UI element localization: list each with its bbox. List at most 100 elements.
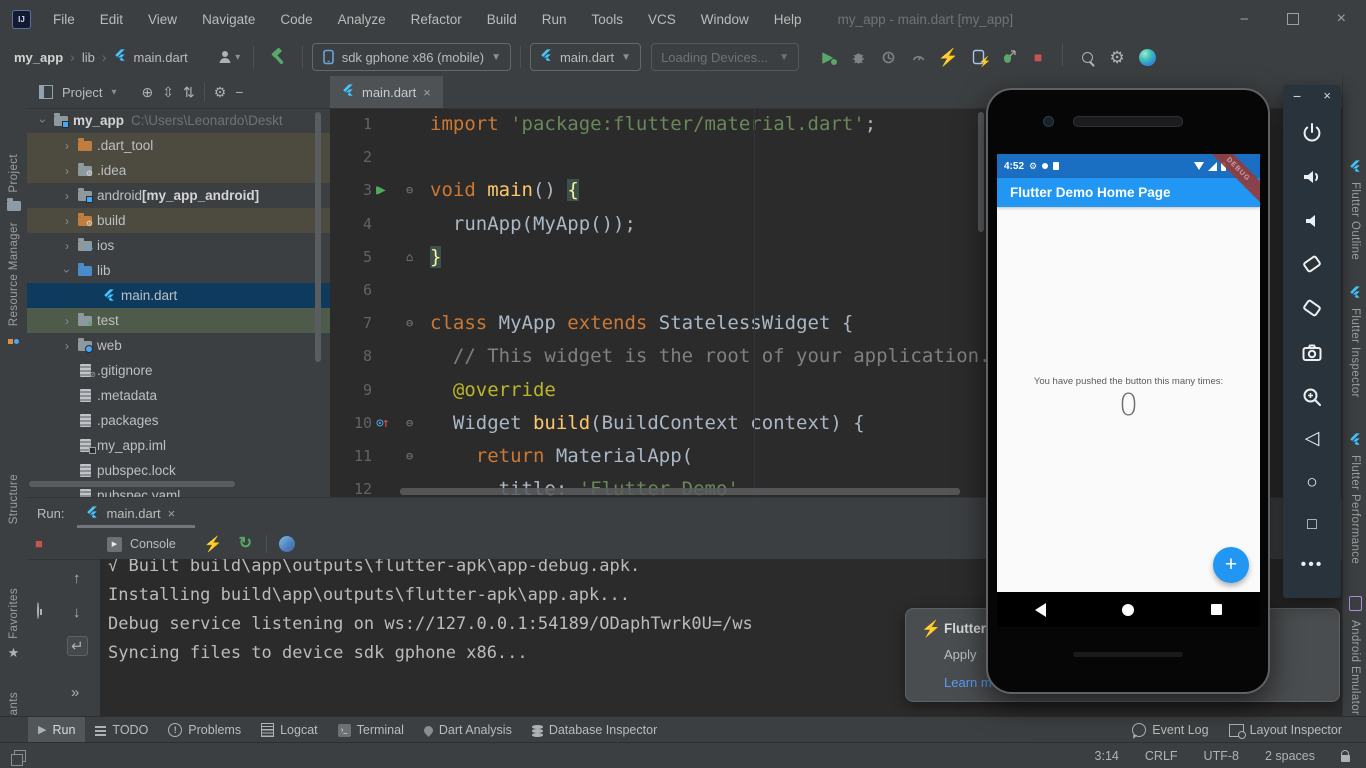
menu-code[interactable]: Code [280,12,312,27]
stripe-tab-flutter-outline[interactable]: Flutter Outline [1343,160,1366,260]
run-line-icon[interactable]: ▶▶ [376,174,404,207]
stop-icon[interactable]: ■ [35,536,43,551]
fold-marker-icon[interactable]: ⌂ [406,241,413,274]
volume-up-icon[interactable] [1283,165,1341,192]
run-icon[interactable]: ▶ [813,44,843,70]
tool-window-tab-todo[interactable]: TODO [85,717,158,743]
locate-file-icon[interactable]: ⊕ [142,84,154,101]
stripe-tab-structure[interactable]: Structure [0,474,27,530]
console-tab[interactable]: Console [130,537,176,551]
tree-item-main-dart[interactable]: main.dart [27,283,330,308]
tool-window-tab-event-log[interactable]: Event Log [1122,717,1218,743]
search-icon[interactable] [1072,44,1102,70]
screenshot-icon[interactable] [1283,341,1341,368]
stripe-tab-flutter-performance[interactable]: Flutter Performance [1343,433,1366,564]
menu-build[interactable]: Build [487,12,517,27]
chevron-icon[interactable]: › [35,114,51,128]
run-tab-main-dart[interactable]: main.dart × [86,506,175,522]
devtools-icon[interactable] [1132,44,1162,70]
tree-item-dart-tool[interactable]: ›.dart_tool [27,133,330,158]
power-icon[interactable] [1283,121,1341,148]
pin-icon[interactable] [37,602,39,619]
menu-navigate[interactable]: Navigate [202,12,255,27]
minimize-icon[interactable]: − [1293,89,1301,103]
tool-window-switcher-icon[interactable] [14,750,26,762]
back-icon[interactable]: ◁ [1283,429,1341,448]
down-arrow-icon[interactable]: ↓ [73,604,81,621]
hot-reload-icon[interactable]: ⚡ [204,537,223,552]
soft-wrap-icon[interactable]: ↵ [67,636,88,656]
minimize-icon[interactable]: − [1240,12,1249,27]
editor-vscrollbar[interactable] [978,112,984,232]
fold-marker-icon[interactable]: ⊖ [406,440,413,473]
readonly-lock-icon[interactable] [1341,755,1350,762]
nav-overview-icon[interactable] [1211,604,1222,615]
stripe-tab-flutter-inspector[interactable]: Flutter Inspector [1343,286,1366,398]
chevron-down-icon[interactable]: ▾ [111,87,116,98]
build-hammer-icon[interactable] [263,44,293,70]
restore-icon[interactable] [1287,13,1299,25]
editor-tab-main-dart[interactable]: main.dart × [330,76,443,108]
caret-position[interactable]: 3:14 [1095,749,1119,763]
menu-view[interactable]: View [148,12,177,27]
hide-panel-icon[interactable]: − [235,84,243,100]
breadcrumb-main-dart[interactable]: main.dart [134,50,188,65]
settings-gear-icon[interactable]: ⚙ [214,84,227,101]
rotate-right-icon[interactable] [1283,295,1341,324]
breadcrumb-lib[interactable]: lib [82,50,95,65]
editor-hscrollbar[interactable] [400,488,960,495]
more-icon[interactable]: ••• [1283,557,1341,573]
tree-item-android[interactable]: ›android [my_app_android] [27,183,330,208]
nav-back-icon[interactable] [1035,603,1046,617]
tool-window-tab-problems[interactable]: !Problems [158,717,251,743]
chevron-icon[interactable]: › [59,189,75,203]
nav-home-icon[interactable] [1122,604,1134,616]
menu-refactor[interactable]: Refactor [411,12,462,27]
debug-icon[interactable] [843,44,873,70]
breadcrumb-my-app[interactable]: my_app [14,50,63,65]
stripe-tab-favorites[interactable]: Favorites★ [0,588,27,661]
override-marker-icon[interactable]: ⊙↑ [376,407,404,440]
chevron-icon[interactable]: › [59,139,75,153]
chevron-icon[interactable]: › [59,264,75,278]
indent-size[interactable]: 2 spaces [1265,749,1315,763]
run-config-selector[interactable]: main.dart▼ [530,43,641,71]
devtools-icon[interactable] [279,536,295,552]
tree-item-web[interactable]: ›web [27,333,330,358]
tree-item-pubspec-lock[interactable]: pubspec.lock [27,458,330,483]
hot-reload-icon[interactable]: ⚡ [933,44,963,70]
menu-edit[interactable]: Edit [100,12,123,27]
tree-item-my-app[interactable]: ›my_appC:\Users\Leonardo\Deskt [27,108,330,133]
menu-help[interactable]: Help [774,12,802,27]
tool-window-tab-terminal[interactable]: ›_Terminal [328,717,414,743]
tree-item-my-app-iml[interactable]: my_app.iml [27,433,330,458]
up-arrow-icon[interactable]: ↑ [73,570,81,587]
tool-window-tab-dart-analysis[interactable]: Dart Analysis [414,717,522,743]
menu-tools[interactable]: Tools [592,12,624,27]
fold-marker-icon[interactable]: ⊖ [406,174,413,207]
menu-analyze[interactable]: Analyze [338,12,386,27]
tool-window-tab-logcat[interactable]: Logcat [251,717,328,743]
vertical-scrollbar[interactable] [315,112,321,362]
fold-marker-icon[interactable]: ⊖ [406,407,413,440]
chevron-icon[interactable]: › [59,164,75,178]
breadcrumb[interactable]: my_app›lib›main.dart [14,49,188,65]
settings-icon[interactable]: ⚙ [1102,44,1132,70]
tree-item-build[interactable]: ›⚙build [27,208,330,233]
stripe-tab-android-emulator[interactable]: Android Emulator [1343,596,1366,715]
menu-file[interactable]: File [53,12,75,27]
menu-window[interactable]: Window [701,12,749,27]
file-encoding[interactable]: UTF-8 [1204,749,1239,763]
stop-icon[interactable]: ■ [1023,44,1053,70]
horizontal-scrollbar[interactable] [29,481,235,487]
tool-window-tab-layout-inspector[interactable]: Layout Inspector [1219,717,1352,743]
close-tab-icon[interactable]: × [423,85,431,100]
project-panel-title[interactable]: Project [62,85,102,100]
chevron-icon[interactable]: › [59,214,75,228]
stripe-tab-resource-manager[interactable]: Resource Manager [0,222,27,347]
collapse-all-icon[interactable]: ⇅ [183,84,195,101]
tree-item-lib[interactable]: ›lib [27,258,330,283]
overview-icon[interactable]: □ [1283,517,1341,533]
menu-vcs[interactable]: VCS [648,12,676,27]
hot-restart-icon[interactable]: ⚡ [963,44,993,70]
